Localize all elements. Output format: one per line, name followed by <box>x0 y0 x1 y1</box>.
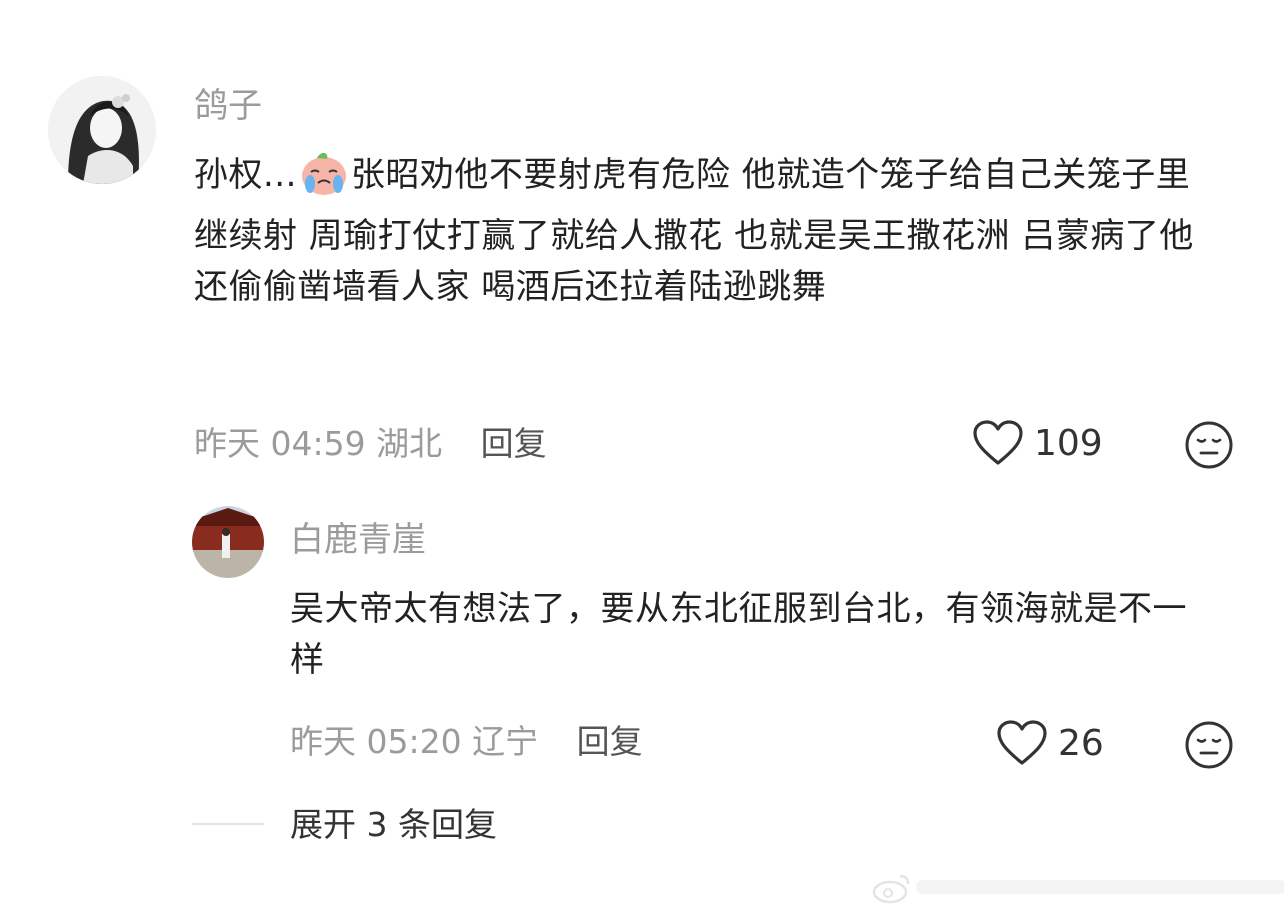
weibo-logo-icon <box>872 874 910 904</box>
comment-text-start: 孙权... <box>194 155 297 195</box>
reply-reply-button[interactable]: 回复 <box>577 722 643 761</box>
comment-avatar[interactable] <box>48 76 156 184</box>
avatar-image <box>192 506 264 578</box>
reply-text: 吴大帝太有想法了，要从东北征服到台北，有领海就是不一样 <box>290 589 1187 680</box>
watermark <box>872 870 1284 904</box>
comment-location: 湖北 <box>376 424 443 463</box>
heart-icon <box>997 720 1047 765</box>
watermark-text-blur <box>916 880 1284 894</box>
neutral-face-icon <box>1185 721 1233 769</box>
comment-dislike-button[interactable] <box>1184 420 1234 474</box>
reply-meta: 昨天 05:20 辽宁 回复 <box>290 722 643 762</box>
comment-username[interactable]: 鸽子 <box>194 86 262 126</box>
comment-text: 孙权... 张昭劝他不要射虎有危险 他就造个笼子给自己关笼子里继续射 周瑜打仗打… <box>194 150 1224 313</box>
comment-time: 昨天 04:59 <box>194 424 366 463</box>
comment-meta: 昨天 04:59 湖北 回复 <box>194 424 547 464</box>
heart-icon <box>973 420 1023 465</box>
comment-like-button[interactable]: 109 <box>972 420 1103 466</box>
avatar-image <box>48 76 156 184</box>
reply-location: 辽宁 <box>472 722 539 761</box>
reply-username[interactable]: 白鹿青崖 <box>290 520 426 560</box>
expand-divider <box>192 823 264 825</box>
crying-face-emoji-icon <box>299 150 349 211</box>
comment-like-count: 109 <box>1034 422 1103 464</box>
reply-dislike-button[interactable] <box>1184 720 1234 774</box>
neutral-face-icon <box>1185 421 1233 469</box>
expand-replies-button[interactable]: 展开 3 条回复 <box>290 805 497 845</box>
reply-time: 昨天 05:20 <box>290 722 462 761</box>
reply-like-button[interactable]: 26 <box>996 720 1104 766</box>
reply-like-count: 26 <box>1058 722 1104 764</box>
comment-reply-button[interactable]: 回复 <box>481 424 547 463</box>
reply-avatar[interactable] <box>192 506 264 578</box>
